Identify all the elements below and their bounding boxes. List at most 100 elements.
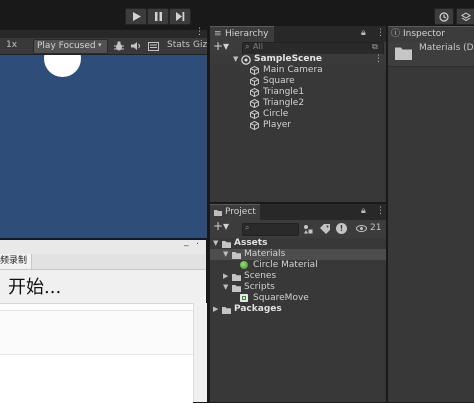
stats-button[interactable]: Stats [167,40,190,50]
project-item-scenes[interactable]: ▶ Scenes [210,271,386,282]
project-item-assets[interactable]: ▼ Assets [210,238,386,249]
folder-icon [214,210,222,216]
hierarchy-item-square[interactable]: Square [210,76,386,87]
hierarchy-item-player[interactable]: Player [210,120,386,131]
more-options-icon[interactable]: ⋮ [376,206,385,216]
more-options-icon[interactable]: ⋮ [376,28,385,38]
layers-icon [461,11,471,21]
cube-icon [250,88,259,97]
bug-icon[interactable] [113,40,125,52]
project-search-input[interactable]: ⌕ [242,223,299,236]
hierarchy-search-placeholder: All [253,42,263,51]
open-folder-icon [232,252,241,259]
hierarchy-item-label: Player [263,120,292,130]
keyboard-icon[interactable] [147,40,160,52]
unity-scene-icon [241,55,251,65]
game-more-icon[interactable]: ⋮ [195,27,204,37]
project-item-label: SquareMove [253,293,309,303]
project-toolbar: +▾ ⌕ ! 21 [210,219,386,239]
recorder-inner-panel [0,310,193,355]
history-icon [439,11,449,22]
inspector-panel: Materials (D [388,42,474,402]
lock-icon[interactable]: 🔒︎ [361,206,366,216]
folder-icon [395,47,412,60]
search-by-type-icon[interactable] [303,224,313,234]
inspector-tab-label: Inspector [403,29,445,39]
expand-arrow-icon[interactable]: ▼ [223,282,228,293]
game-view[interactable] [0,55,207,238]
hierarchy-toolbar: +▾ ⌕ All ⧉ [210,39,386,55]
inspector-title: Materials (D [419,43,474,53]
recorder-tab[interactable]: 频录制 [0,254,33,269]
play-mode-label: Play Focused [37,41,96,51]
hierarchy-tab-strip: ≡ Hierarchy 🔒︎ ⋮ [210,26,386,43]
info-icon[interactable]: ! [336,223,347,234]
open-folder-icon [222,241,231,248]
folder-icon [232,274,241,281]
recorder-window: _ . 频录制 开始... [0,237,207,403]
project-tab-label: Project [225,207,256,217]
cube-icon [250,99,259,108]
hierarchy-item-main-camera[interactable]: Main Camera [210,65,386,76]
lock-icon[interactable]: 🔒︎ [361,28,366,38]
hierarchy-item-label: Square [263,76,295,86]
scene-menu-icon[interactable]: ⋮ [374,54,383,65]
recorder-titlebar: _ . [0,237,206,254]
hierarchy-item-label: Circle [263,109,289,119]
csharp-script-icon [240,294,248,302]
expand-arrow-icon[interactable]: ▼ [223,249,228,260]
play-icon [132,12,141,21]
project-add-button[interactable]: +▾ [213,219,229,233]
hierarchy-panel: ▼ SampleScene ⋮ Main Camera Square Trian… [210,54,386,202]
hierarchy-add-button[interactable]: +▾ [213,39,229,53]
hierarchy-item-label: Triangle2 [263,98,305,108]
hierarchy-item-triangle2[interactable]: Triangle2 [210,98,386,109]
cube-icon [250,77,259,86]
scene-row[interactable]: ▼ SampleScene ⋮ [210,54,386,65]
close-button[interactable]: . [196,237,199,247]
minimize-button[interactable]: _ [184,237,189,247]
circle-sprite [44,55,81,77]
collapse-arrow-icon[interactable]: ▶ [223,271,228,282]
cube-icon [250,66,259,75]
project-item-scripts[interactable]: ▼ Scripts [210,282,386,293]
pause-button[interactable] [147,8,169,25]
history-button[interactable] [434,8,454,25]
hierarchy-item-label: Triangle1 [263,87,305,97]
project-item-label: Scenes [244,271,277,281]
project-item-packages[interactable]: ▶ Packages [210,304,386,315]
project-panel: ▼ Assets ▼ Materials Circle Material ▶ Scenes ▼… [210,238,386,402]
project-item-label: Assets [234,238,268,248]
project-item-label: Circle Material [253,260,318,270]
audio-icon[interactable] [130,40,142,52]
game-scale-label[interactable]: 1x [6,40,17,50]
project-item-circle-material[interactable]: Circle Material [210,260,386,271]
recorder-tab-row: 频录制 [0,254,206,270]
collapse-arrow-icon[interactable]: ▶ [213,304,218,315]
recorder-scrollbar[interactable] [193,303,207,402]
material-icon [240,261,248,269]
open-folder-icon [232,285,241,292]
layers-button[interactable] [456,8,474,25]
eye-icon[interactable] [356,225,367,232]
inspector-header: Materials (D [388,42,474,67]
gizmos-button[interactable]: Giz [193,40,207,50]
recorder-status-text: 开始... [8,277,62,298]
step-button[interactable] [169,8,191,25]
expand-arrow-icon[interactable]: ▼ [213,238,218,249]
expand-arrow-icon[interactable]: ▼ [233,54,238,65]
play-mode-dropdown[interactable]: Play Focused ▾ [33,39,108,54]
search-options-icon[interactable]: ⧉ [372,42,378,52]
project-item-materials[interactable]: ▼ Materials [210,249,386,260]
chevron-down-icon: ▾ [98,41,102,49]
hierarchy-item-circle[interactable]: Circle [210,109,386,120]
tab-inspector[interactable]: ⓘ Inspector [388,26,474,43]
project-item-label: Materials [244,249,286,259]
project-item-squaremove[interactable]: SquareMove [210,293,386,304]
hidden-packages-count: 21 [370,223,382,233]
play-button[interactable] [125,8,147,25]
label-tag-icon[interactable] [320,224,330,234]
hierarchy-tab-label: Hierarchy [225,29,269,39]
step-icon [176,12,185,21]
hierarchy-item-triangle1[interactable]: Triangle1 [210,87,386,98]
